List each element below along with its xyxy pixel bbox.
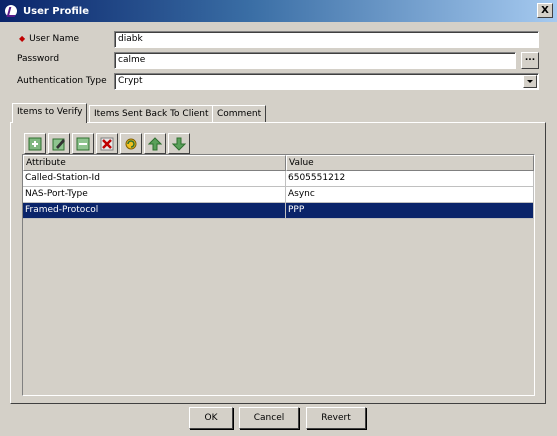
item-toolbar (24, 133, 192, 154)
edit-item-button[interactable] (48, 133, 70, 154)
tab-items-to-verify[interactable]: Items to Verify (12, 103, 88, 123)
table-cell-value: PPP (286, 203, 534, 219)
table-cell-attribute: Framed-Protocol (23, 203, 286, 219)
password-browse-button[interactable]: ... (521, 52, 539, 69)
ok-button[interactable]: OK (189, 407, 233, 429)
auth-type-label: Authentication Type (17, 76, 107, 86)
auth-type-row: Authentication Type Crypt (0, 73, 557, 91)
auth-type-value: Crypt (118, 76, 143, 86)
table-cell-attribute: NAS-Port-Type (23, 187, 286, 203)
username-row: ◆ User Name diabk (0, 31, 557, 49)
move-down-button[interactable] (168, 133, 190, 154)
delete-item-button[interactable] (96, 133, 118, 154)
column-header-value[interactable]: Value (286, 155, 534, 171)
close-icon: X (541, 4, 549, 16)
tab-items-sent-back[interactable]: Items Sent Back To Client (89, 105, 214, 122)
username-label-wrap: ◆ User Name (19, 34, 79, 44)
move-up-icon (148, 136, 162, 150)
add-item-icon (28, 137, 42, 150)
app-logo-icon (4, 4, 18, 18)
attributes-table: Attribute Value Called-Station-Id 650555… (22, 154, 535, 396)
table-cell-attribute: Called-Station-Id (23, 171, 286, 187)
table-row[interactable]: Called-Station-Id 6505551212 (23, 171, 534, 187)
auth-type-select[interactable]: Crypt (114, 73, 539, 90)
move-down-icon (172, 137, 186, 151)
window-title: User Profile (23, 5, 90, 17)
item-icon (76, 137, 90, 150)
refresh-icon (125, 138, 137, 149)
chevron-down-icon[interactable] (523, 75, 537, 88)
table-row[interactable]: NAS-Port-Type Async (23, 187, 534, 203)
table-header: Attribute Value (23, 155, 534, 171)
password-field[interactable]: calme (114, 52, 516, 69)
item-button[interactable] (72, 133, 94, 154)
title-bar: User Profile X (0, 0, 557, 22)
add-item-button[interactable] (24, 133, 46, 154)
username-field[interactable]: diabk (114, 31, 539, 48)
tab-comment[interactable]: Comment (212, 105, 267, 122)
refresh-button[interactable] (120, 133, 142, 154)
table-cell-value: Async (286, 187, 534, 203)
username-label: User Name (29, 34, 80, 44)
table-row-selected[interactable]: Framed-Protocol PPP (23, 203, 534, 219)
revert-button[interactable]: Revert (306, 407, 366, 429)
table-cell-value: 6505551212 (286, 171, 534, 187)
close-button[interactable]: X (537, 3, 553, 18)
column-header-attribute[interactable]: Attribute (23, 155, 286, 171)
password-row: Password calme ... (0, 51, 557, 69)
delete-item-icon (100, 137, 114, 150)
required-marker-icon: ◆ (19, 34, 26, 43)
move-up-button[interactable] (144, 133, 166, 154)
edit-item-icon (52, 138, 65, 150)
cancel-button[interactable]: Cancel (239, 407, 299, 429)
password-label: Password (17, 54, 60, 64)
